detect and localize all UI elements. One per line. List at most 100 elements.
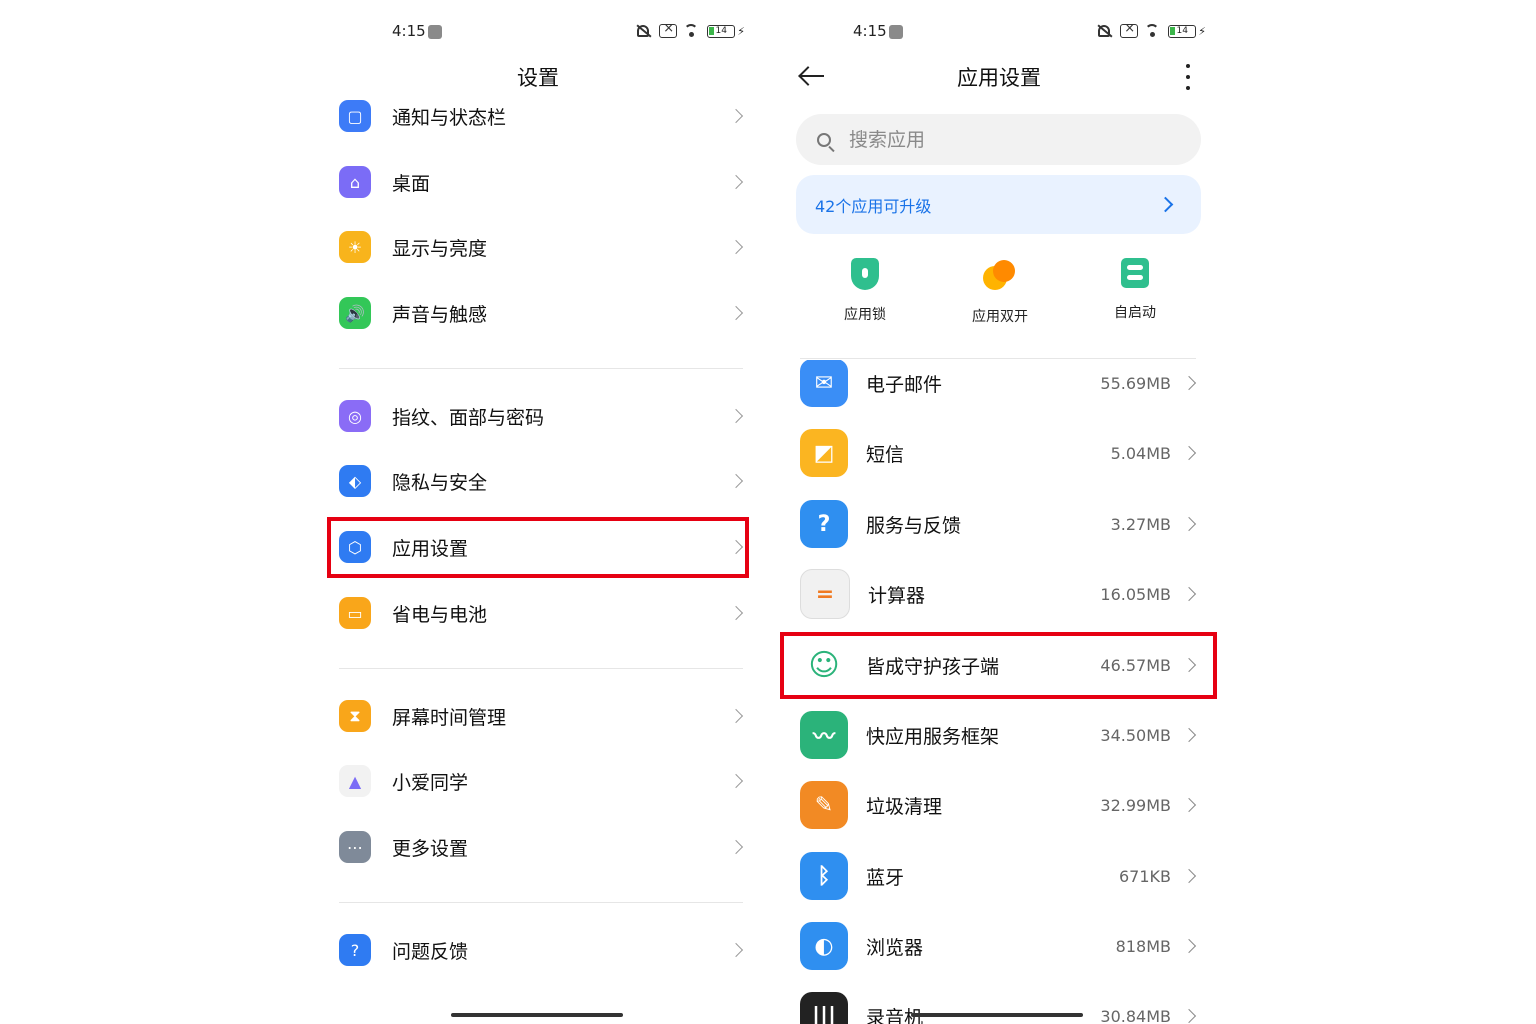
charging-icon: ⚡ [737,24,745,38]
app-row-service-feedback[interactable]: ? 服务与反馈 3.27MB [800,489,1200,559]
app-row-email[interactable]: ✉ 电子邮件 55.69MB [800,360,1200,418]
app-row-quick-app[interactable]: 〰快应用服务框架 34.50MB [800,700,1200,770]
settings-item-label: 桌面 [392,172,431,195]
chevron-right-icon [728,408,744,424]
home-indicator[interactable] [911,1013,1083,1017]
settings-item-sun[interactable]: ☀ 显示与亮度 [339,219,747,275]
app-size: 34.50MB [1100,725,1171,745]
settings-item-label: 省电与电池 [392,603,488,626]
section-divider [339,668,743,669]
notification-icon: ▢ [339,100,371,132]
settings-item-xiaoai[interactable]: ▲ 小爱同学 [339,753,747,809]
quick-action-app-lock[interactable]: 应用锁 [800,258,930,326]
settings-item-privacy[interactable]: ⬖ 隐私与安全 [339,453,747,509]
browser-icon: ◐ [800,922,848,970]
settings-item-more[interactable]: ⋯ 更多设置 [339,819,747,875]
sim-off-icon [1120,21,1139,38]
settings-item-notification[interactable]: ▢ 通知与状态栏 [339,88,747,144]
status-time: 4:15 [392,22,426,40]
chevron-right-icon [728,174,744,190]
section-divider [339,368,743,369]
app-size: 55.69MB [1100,373,1171,393]
search-input[interactable] [847,127,1151,152]
highlight-box-kids-guard [780,632,1217,699]
speaker-icon: 🔊 [339,297,371,329]
chevron-right-icon [728,108,744,124]
app-lock-icon [851,258,879,290]
settings-item-label: 显示与亮度 [392,237,488,260]
feedback-icon: ? [339,934,371,966]
chevron-right-icon [1181,727,1197,743]
hourglass-icon: ⧗ [339,700,371,732]
settings-screen: 4:15 14 ⚡ 设置 ▢通知与状态栏⌂桌面☀显示与亮度🔊声音与触感◎指纹、面… [307,0,769,1024]
bluetooth-icon: ᛒ [800,852,848,900]
app-row-browser[interactable]: ◐ 浏览器 818MB [800,911,1200,981]
chevron-right-icon [1157,196,1174,213]
app-name: 垃圾清理 [866,795,943,818]
wifi-icon [1144,24,1162,38]
battery-icon: 14 [707,24,736,38]
app-row-bluetooth[interactable]: ᛒ 蓝牙 671KB [800,841,1200,911]
app-name: 短信 [866,443,905,466]
chevron-right-icon [728,305,744,321]
settings-item-speaker[interactable]: 🔊 声音与触感 [339,285,747,341]
chevron-right-icon [1181,1008,1197,1024]
settings-item-feedback[interactable]: ? 问题反馈 [339,922,747,978]
xiaoai-icon: ▲ [339,765,371,797]
chevron-right-icon [1181,797,1197,813]
settings-item-hourglass[interactable]: ⧗ 屏幕时间管理 [339,688,747,744]
chevron-right-icon [1181,445,1197,461]
cleaner-icon: ✎ [800,781,848,829]
mute-icon [1096,24,1114,38]
chevron-right-icon [728,708,744,724]
search-box[interactable] [796,114,1201,165]
settings-item-label: 隐私与安全 [392,471,488,494]
settings-item-label: 指纹、面部与密码 [392,406,545,429]
status-time: 4:15 [853,22,887,40]
app-row-calculator[interactable]: = 计算器 16.05MB [800,559,1200,629]
section-divider [339,902,743,903]
chevron-right-icon [1181,586,1197,602]
chevron-right-icon [728,473,744,489]
service-feedback-icon: ? [800,500,848,548]
mute-icon [635,24,653,38]
app-row-recorder[interactable]: ||| 录音机 30.84MB [800,981,1200,1024]
app-row-cleaner[interactable]: ✎ 垃圾清理 32.99MB [800,770,1200,840]
app-size: 30.84MB [1100,1006,1171,1024]
sun-icon: ☀ [339,231,371,263]
settings-item-label: 问题反馈 [392,940,469,963]
quick-action-label: 自启动 [1114,305,1156,321]
more-menu-icon[interactable] [1184,64,1192,90]
app-row-sms[interactable]: ◩ 短信 5.04MB [800,418,1200,488]
sms-icon: ◩ [800,429,848,477]
settings-item-label: 更多设置 [392,837,469,860]
app-size: 671KB [1118,866,1171,886]
chevron-right-icon [728,239,744,255]
fingerprint-icon: ◎ [339,400,371,432]
wifi-icon [683,24,701,38]
chevron-right-icon [1181,375,1197,391]
autostart-icon [1121,258,1149,288]
home-indicator[interactable] [451,1013,623,1017]
app-size: 5.04MB [1110,443,1171,463]
battery-icon: ▭ [339,597,371,629]
chevron-right-icon [728,773,744,789]
settings-item-label: 屏幕时间管理 [392,706,507,729]
quick-action-autostart[interactable]: 自启动 [1070,258,1200,326]
highlight-box-app-settings [327,517,749,578]
chevron-right-icon [728,839,744,855]
app-name: 蓝牙 [866,866,905,889]
quick-action-dual-app[interactable]: 应用双开 [935,258,1065,326]
settings-item-fingerprint[interactable]: ◎ 指纹、面部与密码 [339,388,747,444]
settings-item-home[interactable]: ⌂ 桌面 [339,154,747,210]
notification-badge-icon [889,25,903,39]
chevron-right-icon [1181,938,1197,954]
settings-item-label: 小爱同学 [392,771,469,794]
calculator-icon: = [800,569,850,619]
settings-item-battery[interactable]: ▭ 省电与电池 [339,585,747,641]
home-icon: ⌂ [339,166,371,198]
dual-app-icon [983,258,1017,292]
chevron-right-icon [1181,868,1197,884]
chevron-right-icon [728,942,744,958]
upgrade-banner[interactable]: 42个应用可升级 [796,175,1201,234]
